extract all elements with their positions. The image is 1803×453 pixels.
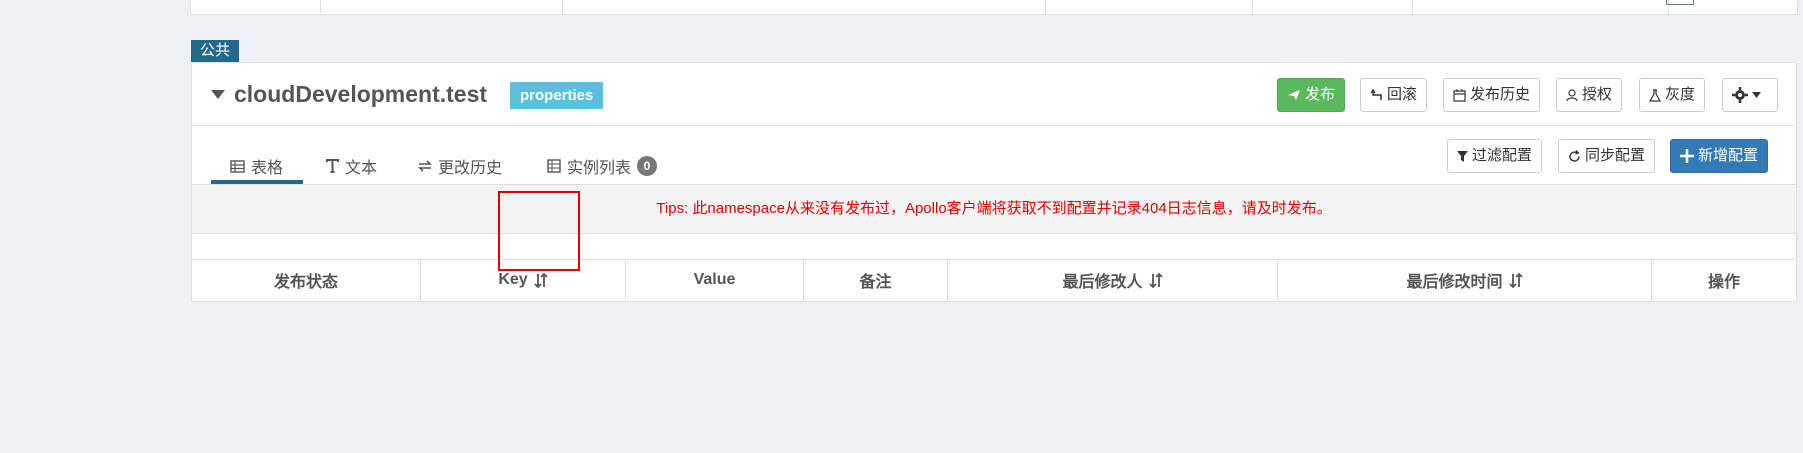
tab-instances[interactable]: 实例列表 0 (547, 151, 658, 181)
sort-icon[interactable] (1148, 272, 1163, 288)
config-table-header: 发布状态 Key Value 备注 最后修改人 最后修改时间 操作 (192, 260, 1796, 300)
th-value: Value (626, 260, 804, 300)
table-icon (230, 159, 245, 173)
tab-text[interactable]: 文本 (326, 151, 377, 181)
history-label: 发布历史 (1470, 86, 1531, 103)
table-divider (562, 0, 563, 14)
authorize-label: 授权 (1582, 86, 1613, 103)
table-divider (1045, 0, 1046, 14)
previous-table-fragment (190, 0, 1798, 15)
th-comment: 备注 (804, 260, 948, 300)
list-icon (547, 159, 561, 173)
caret-down-icon (1752, 92, 1761, 98)
table-divider (320, 0, 321, 14)
th-status: 发布状态 (192, 260, 421, 300)
tab-change-history-label: 更改历史 (438, 160, 503, 177)
add-label: 新增配置 (1698, 147, 1759, 164)
tab-change-history[interactable]: 更改历史 (418, 151, 502, 181)
rollback-label: 回滚 (1387, 86, 1418, 103)
table-divider (1412, 0, 1413, 14)
instances-count-badge: 0 (637, 156, 658, 176)
namespace-public-tag: 公共 (191, 40, 240, 62)
plus-icon (1680, 149, 1694, 163)
sync-label: 同步配置 (1585, 147, 1646, 164)
table-divider (1252, 0, 1253, 14)
sync-config-button[interactable]: 同步配置 (1558, 139, 1656, 173)
namespace-header: cloudDevelopment.test properties 发布 回滚 发… (192, 63, 1796, 126)
th-comment-label: 备注 (859, 274, 892, 291)
th-status-label: 发布状态 (273, 274, 338, 291)
authorize-button[interactable]: 授权 (1556, 78, 1623, 112)
text-icon (326, 159, 339, 173)
calendar-icon (1453, 88, 1466, 102)
undo-icon (1370, 89, 1382, 100)
th-modifier-label: 最后修改人 (1062, 274, 1143, 291)
gray-release-button[interactable]: 灰度 (1639, 78, 1706, 112)
sort-icon[interactable] (534, 272, 548, 288)
th-modifier[interactable]: 最后修改人 (948, 260, 1278, 300)
spacer-row (192, 233, 1796, 260)
th-operation-label: 操作 (1707, 274, 1740, 291)
refresh-icon (1569, 149, 1580, 162)
th-operation: 操作 (1652, 260, 1796, 300)
th-modified-time[interactable]: 最后修改时间 (1278, 260, 1652, 300)
add-config-button[interactable]: 新增配置 (1670, 139, 1769, 173)
send-icon (1288, 90, 1300, 100)
sort-icon[interactable] (1508, 272, 1523, 288)
filter-label: 过滤配置 (1472, 147, 1533, 164)
swap-icon (418, 160, 432, 172)
namespace-name: cloudDevelopment.test (234, 81, 488, 107)
text-tab-highlight (498, 191, 580, 271)
edit-icon[interactable] (1666, 0, 1694, 5)
rollback-button[interactable]: 回滚 (1360, 78, 1428, 112)
tab-text-label: 文本 (345, 160, 378, 177)
gear-icon (1732, 87, 1748, 103)
tab-table-label: 表格 (251, 160, 284, 177)
collapse-caret-icon[interactable] (211, 90, 225, 99)
publish-button[interactable]: 发布 (1277, 78, 1346, 112)
tab-table[interactable]: 表格 (230, 151, 283, 181)
filter-config-button[interactable]: 过滤配置 (1447, 139, 1543, 173)
tab-instances-label: 实例列表 (567, 160, 632, 177)
filter-icon (1457, 150, 1468, 162)
gray-label: 灰度 (1665, 86, 1696, 103)
unpublished-tips: Tips: 此namespace从来没有发布过，Apollo客户端将获取不到配置… (192, 184, 1796, 234)
format-badge: properties (510, 82, 604, 109)
namespace-panel: cloudDevelopment.test properties 发布 回滚 发… (191, 62, 1797, 302)
flask-icon (1649, 88, 1661, 102)
publish-history-button[interactable]: 发布历史 (1443, 78, 1541, 112)
th-key-label: Key (498, 271, 528, 288)
user-icon (1566, 88, 1578, 101)
publish-label: 发布 (1305, 86, 1336, 103)
settings-dropdown-button[interactable] (1722, 78, 1778, 112)
th-value-label: Value (693, 271, 736, 288)
th-modified-time-label: 最后修改时间 (1406, 274, 1503, 291)
